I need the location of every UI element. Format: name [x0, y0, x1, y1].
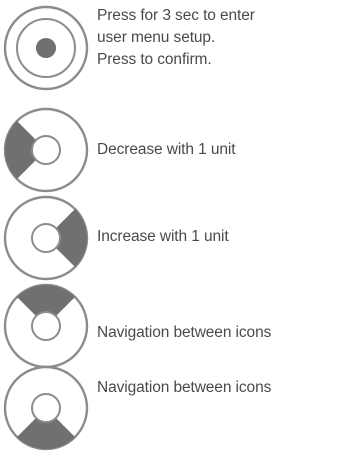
- top-segment-icon: [3, 283, 89, 369]
- legend-text-bottom: Navigation between icons: [97, 377, 271, 399]
- button-legend: Press for 3 sec to enter user menu setup…: [0, 0, 358, 451]
- bottom-segment-icon: [3, 365, 89, 451]
- legend-line: user menu setup.: [97, 29, 216, 46]
- legend-text-right: Increase with 1 unit: [97, 226, 229, 248]
- legend-row-left: Decrease with 1 unit: [0, 104, 358, 196]
- legend-row-bottom: Navigation between icons: [0, 362, 358, 451]
- legend-line: Press to confirm.: [97, 51, 212, 68]
- legend-text-top: Navigation between icons: [97, 322, 271, 344]
- legend-line: Decrease with 1 unit: [97, 141, 236, 158]
- legend-line: Press for 3 sec to enter: [97, 7, 255, 24]
- legend-text-left: Decrease with 1 unit: [97, 139, 236, 161]
- legend-text-center: Press for 3 sec to enter user menu setup…: [97, 5, 255, 71]
- legend-row-top: Navigation between icons: [0, 280, 358, 372]
- left-segment-icon: [3, 107, 89, 193]
- legend-line: Increase with 1 unit: [97, 228, 229, 245]
- right-segment-icon: [3, 195, 89, 281]
- legend-row-center: Press for 3 sec to enter user menu setup…: [0, 0, 358, 100]
- legend-line: Navigation between icons: [97, 379, 272, 396]
- center-button-icon: [3, 5, 89, 91]
- legend-row-right: Increase with 1 unit: [0, 192, 358, 284]
- legend-line: Navigation between icons: [97, 324, 272, 341]
